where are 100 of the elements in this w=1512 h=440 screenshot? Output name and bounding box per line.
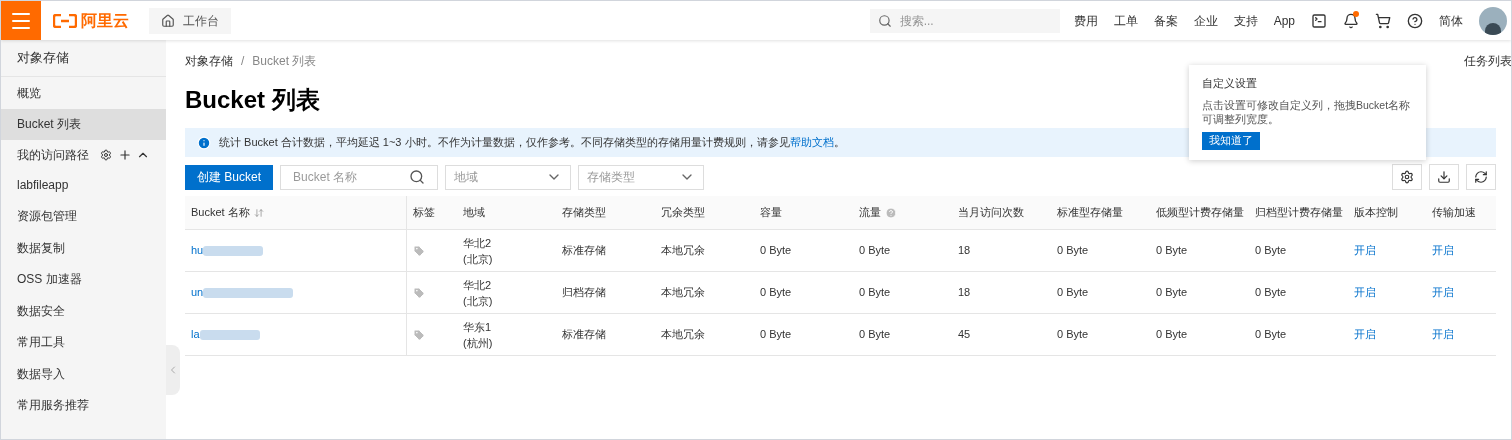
enable-link[interactable]: 开启 [1354,286,1376,299]
breadcrumb-separator: / [241,53,245,70]
column-header: 版本控制 [1354,205,1398,221]
table-cell: 0 Byte [1057,286,1089,299]
table-cell: 标准存储 [562,244,606,257]
breadcrumb-link[interactable]: 对象存储 [185,52,233,70]
column-header: 存储类型 [562,205,606,221]
table-cell-text: 华北2 [463,235,493,251]
bucket-name-box[interactable]: Bucket 名称 [280,164,439,190]
table-cell: 0 Byte [1255,244,1287,257]
settings-icon[interactable] [100,148,112,161]
search-box[interactable]: 搜索... [869,8,1060,33]
table-cell: 0 Byte [859,286,891,299]
help-icon[interactable] [1407,12,1423,29]
table-cell: 0 Byte [1156,328,1188,341]
menu-button[interactable] [1,1,41,40]
table-cell: 0 Byte [760,286,792,299]
sidebar-section: 我的访问路径 [17,145,89,164]
search-icon [877,13,892,28]
table-cell: 45 [958,328,971,341]
column-header: 冗余类型 [661,205,705,221]
language-link[interactable]: 简体 [1439,11,1463,30]
table-cell: 本地冗余 [661,244,705,257]
sidebar-title: 对象存储 [1,40,166,77]
table-cell: 0 Byte [1255,286,1287,299]
refresh-icon [1474,170,1488,184]
column-header: 低频型计费存储量 [1156,205,1244,221]
terminal-icon[interactable] [1311,12,1327,29]
enable-link[interactable]: 开启 [1432,328,1454,341]
enable-link[interactable]: 开启 [1354,244,1376,257]
bucket-link[interactable]: la [191,326,200,343]
sidebar-item[interactable]: OSS 加速器 [1,263,166,295]
popover-text: 点击设置可修改自定义列，拖拽Bucket名称可调整列宽度。 [1202,97,1412,126]
create-bucket-button[interactable]: 创建 Bucket [185,164,274,190]
column-header: 流量 [859,205,881,221]
cart-icon[interactable] [1375,12,1391,29]
nav-link[interactable]: 工单 [1113,11,1138,30]
nav-link[interactable]: 企业 [1193,11,1218,30]
breadcrumb-current: Bucket 列表 [252,53,317,70]
table-cell-text: 华北2 [463,277,493,293]
column-header: Bucket 名称 [191,205,250,221]
notice-text: 统计 Bucket 合计数据，平均延迟 1~3 小时。不作为计量数据，仅作参考。不同存储类型的存储用量计费规则，请参见帮助文档。 [219,135,845,151]
table-cell-text: 华东1 [463,319,493,335]
task-list-link[interactable]: 任务列表 [1464,52,1511,70]
sidebar-item[interactable]: 数据导入 [1,358,166,390]
sidebar-item[interactable]: 资源包管理 [1,200,166,232]
bell-icon[interactable] [1343,12,1359,29]
bucket-link[interactable]: un [191,284,204,301]
table-cell: 本地冗余 [661,286,705,299]
sidebar-item[interactable]: 数据复制 [1,232,166,264]
sidebar-item[interactable]: 数据安全 [1,295,166,327]
sidebar-item[interactable]: 常用工具 [1,326,166,358]
enable-link[interactable]: 开启 [1354,328,1376,341]
column-header: 标准型存储量 [1057,205,1123,221]
table-cell: 0 Byte [1156,244,1188,257]
sidebar-item[interactable]: 概览 [1,77,166,109]
popover-title: 自定义设置 [1202,76,1257,91]
download-button[interactable] [1429,164,1459,190]
redaction-drawing [199,329,260,340]
collapse-handle[interactable] [166,345,180,395]
column-header: 传输加速 [1432,205,1476,221]
sidebar-item[interactable]: Bucket 列表 [1,108,166,140]
column-header: 当月访问次数 [958,205,1024,221]
table-cell: 0 Byte [1057,244,1089,257]
search-field[interactable]: 搜索... [899,11,1050,30]
nav-link[interactable]: 费用 [1073,11,1098,30]
table-cell-text: (北京) [463,251,494,267]
search-icon [409,169,426,185]
column-header: 归档型计费存储量 [1255,205,1343,221]
redaction-drawing [203,245,264,256]
nav-link[interactable]: 备案 [1153,11,1178,30]
column-header: 标签 [413,205,435,221]
table-cell: 0 Byte [1156,286,1188,299]
table-cell-text: (杭州) [463,335,494,351]
avatar[interactable] [1479,6,1507,35]
bucket-name-field[interactable]: Bucket 名称 [293,168,404,186]
table-cell: 标准存储 [562,328,606,341]
nav-link[interactable]: 支持 [1233,11,1258,30]
settings-button[interactable] [1392,164,1422,190]
sidebar-item[interactable]: labfileapp [1,169,166,201]
table-cell-text: (北京) [463,293,494,309]
got-it-button[interactable]: 我知道了 [1202,131,1260,150]
nav-link[interactable]: App [1273,11,1295,30]
bucket-link[interactable]: hu [191,242,204,259]
logo-icon [53,13,77,28]
enable-link[interactable]: 开启 [1432,286,1454,299]
settings-icon [1400,170,1414,184]
enable-link[interactable]: 开启 [1432,244,1454,257]
sidebar-item[interactable]: 常用服务推荐 [1,389,166,421]
table-cell: 0 Byte [1255,328,1287,341]
home-icon [161,13,175,28]
table-cell: 0 Byte [760,328,792,341]
help-link[interactable]: 帮助文档 [789,136,834,149]
refresh-button[interactable] [1466,164,1496,190]
page-title: Bucket 列表 [185,85,320,115]
table-cell: 0 Byte [760,244,792,257]
table-cell: 18 [958,286,971,299]
workbench-button[interactable]: 工作台 [149,7,231,34]
download-icon [1437,170,1451,184]
info-icon [197,135,211,150]
